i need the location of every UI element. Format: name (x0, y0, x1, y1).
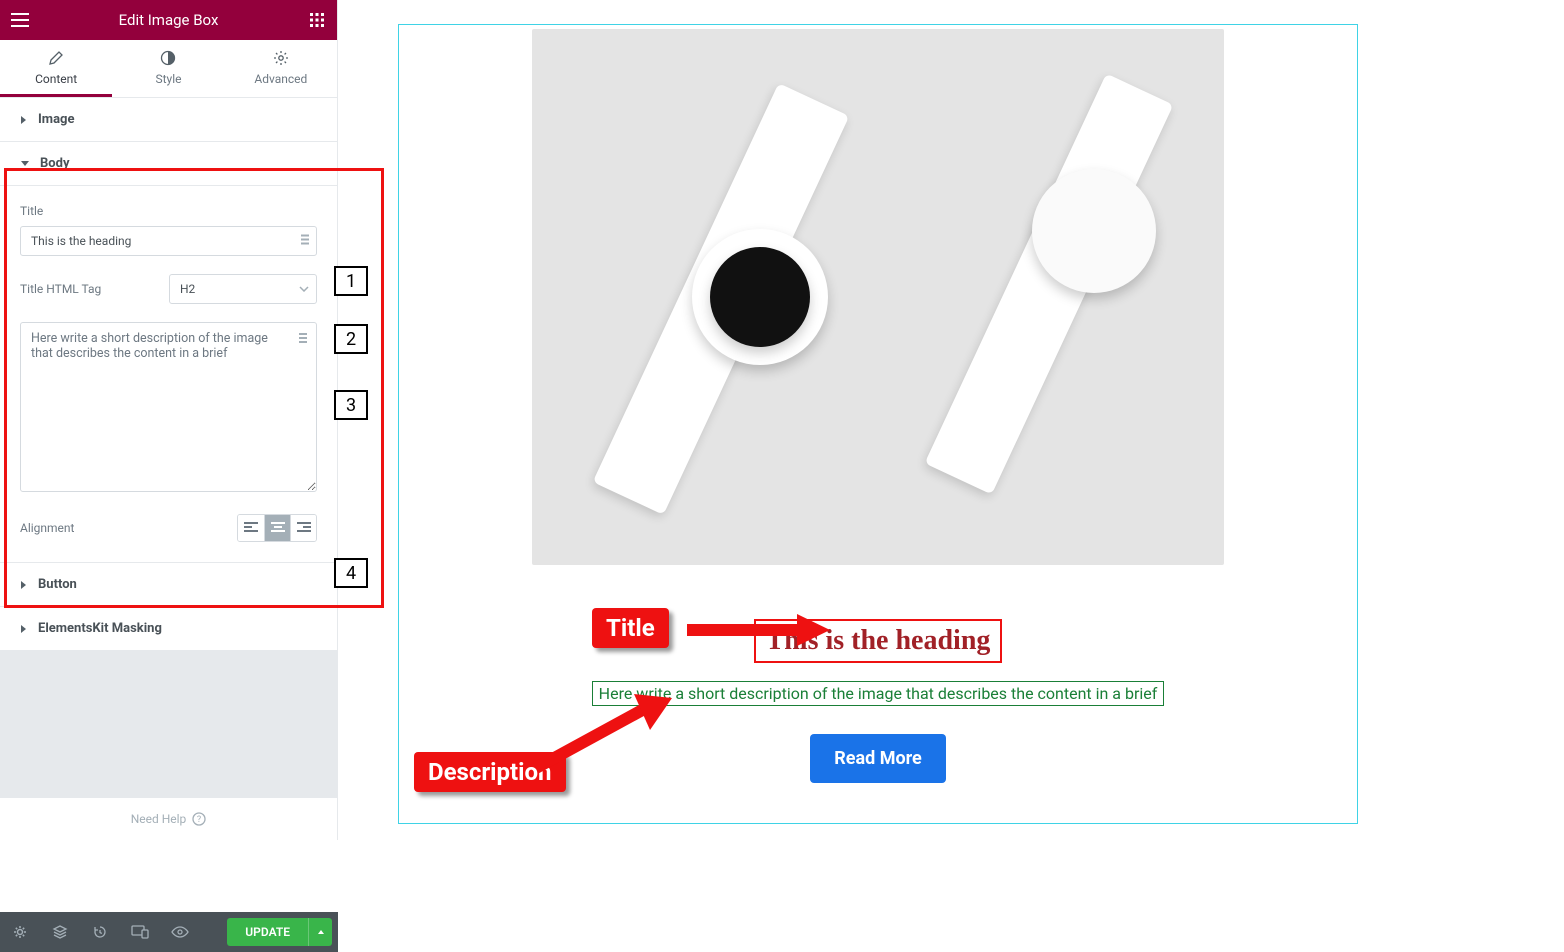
settings-tabs: Content Style Advanced (0, 40, 337, 98)
tab-content[interactable]: Content (0, 40, 112, 97)
annotation-arrow-desc (526, 688, 676, 778)
tab-advanced[interactable]: Advanced (225, 40, 337, 97)
need-help-label: Need Help (131, 812, 187, 826)
panel-header: Edit Image Box (0, 0, 337, 40)
tab-style[interactable]: Style (112, 40, 224, 97)
history-icon[interactable] (80, 912, 120, 952)
annotation-title-badge: Title (592, 608, 669, 648)
annotation-marker-2: 2 (334, 324, 368, 354)
section-masking[interactable]: ElementsKit Masking (0, 607, 337, 651)
section-image[interactable]: Image (0, 98, 337, 142)
pencil-icon (48, 50, 64, 66)
svg-text:?: ? (197, 815, 201, 825)
preview-description: Here write a short description of the im… (592, 681, 1165, 706)
panel-title: Edit Image Box (30, 11, 307, 29)
annotation-marker-3: 3 (334, 390, 368, 420)
need-help[interactable]: Need Help ? (0, 797, 337, 840)
contrast-icon (160, 50, 176, 66)
help-icon: ? (192, 812, 206, 826)
section-image-label: Image (38, 112, 74, 127)
tab-style-label: Style (155, 72, 181, 86)
annotation-body-box (4, 168, 384, 608)
update-options-button[interactable] (308, 918, 332, 946)
caret-down-icon (20, 160, 30, 168)
product-image (532, 29, 1224, 565)
tab-content-label: Content (35, 72, 77, 86)
annotation-marker-4: 4 (334, 558, 368, 588)
annotation-arrow-title (682, 608, 832, 652)
gear-icon (273, 50, 289, 66)
section-masking-label: ElementsKit Masking (38, 621, 162, 636)
panel-footer: UPDATE (0, 912, 338, 952)
caret-right-icon (20, 624, 28, 634)
tab-advanced-label: Advanced (254, 72, 307, 86)
navigator-icon[interactable] (40, 912, 80, 952)
update-button[interactable]: UPDATE (227, 918, 308, 946)
preview-icon[interactable] (160, 912, 200, 952)
responsive-icon[interactable] (120, 912, 160, 952)
menu-icon[interactable] (10, 13, 30, 27)
annotation-marker-1: 1 (334, 266, 368, 296)
caret-right-icon (20, 115, 28, 125)
settings-icon[interactable] (0, 912, 40, 952)
read-more-button[interactable]: Read More (810, 734, 946, 783)
apps-icon[interactable] (307, 13, 327, 27)
